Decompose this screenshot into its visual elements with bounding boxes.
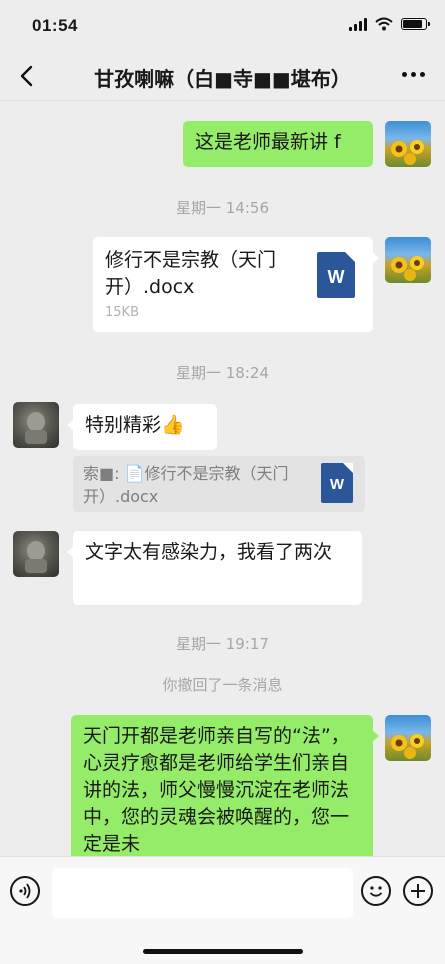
emoji-button[interactable] [361, 876, 391, 906]
plus-icon [411, 884, 425, 898]
message-bubble-sent[interactable]: 天门开都是老师亲自写的“法”，心灵疗愈都是老师给学生们亲自讲的法，师父慢慢沉淀在… [71, 715, 379, 856]
message-bubble-sent[interactable]: 这是老师最新讲 f [183, 121, 373, 167]
message-text: 文字太有感染力，我看了两次 [85, 541, 333, 563]
file-message[interactable]: 修行不是宗教（天门开）.docx 15KB W [93, 237, 379, 332]
voice-icon [19, 883, 31, 899]
message-bubble-received[interactable]: 文字太有感染力，我看了两次 [67, 531, 362, 605]
back-icon[interactable] [14, 62, 42, 90]
word-document-icon: W [321, 463, 353, 503]
home-indicator[interactable] [143, 949, 303, 954]
more-icon[interactable] [402, 72, 425, 77]
message-bubble-received[interactable]: 特别精彩👍 [67, 404, 217, 450]
my-avatar[interactable] [385, 121, 431, 167]
status-icons [349, 17, 430, 31]
voice-input-button[interactable] [10, 876, 40, 906]
timestamp: 星期一 14:56 [176, 199, 269, 217]
file-name: 修行不是宗教（天门开）.docx [105, 249, 277, 298]
my-avatar[interactable] [385, 237, 431, 283]
battery-icon [401, 18, 430, 30]
more-functions-button[interactable] [403, 876, 433, 906]
word-document-icon: W [317, 252, 355, 298]
timestamp: 星期一 18:24 [176, 364, 269, 382]
status-bar: 01:54 [0, 0, 445, 52]
system-notice: 你撤回了一条消息 [162, 676, 283, 694]
battery-level [403, 20, 422, 28]
file-size: 15KB [105, 305, 139, 320]
input-bar [0, 856, 445, 964]
chat-title: 甘孜喇嘛（白■寺■■堪布） [94, 67, 351, 91]
signal-icon [349, 17, 367, 31]
chat-area[interactable]: 这是老师最新讲 f 星期一 14:56 修行不是宗教（天门开）.docx 15K… [0, 101, 445, 856]
message-text: 天门开都是老师亲自写的“法”，心灵疗愈都是老师给学生们亲自讲的法，师父慢慢沉淀在… [83, 725, 350, 855]
emoji-icon [369, 886, 383, 897]
quote-text: 索■: 📄修行不是宗教（天门开）.docx [83, 464, 289, 506]
timestamp: 星期一 19:17 [176, 635, 269, 653]
message-text: 特别精彩👍 [85, 414, 185, 436]
nav-bar: 甘孜喇嘛（白■寺■■堪布） [0, 52, 445, 101]
quoted-message[interactable]: 索■: 📄修行不是宗教（天门开）.docx W [73, 456, 365, 512]
message-input[interactable] [52, 868, 353, 918]
message-text: 这是老师最新讲 f [195, 131, 341, 153]
my-avatar[interactable] [385, 715, 431, 761]
wifi-icon [375, 17, 393, 31]
contact-avatar[interactable] [13, 531, 59, 577]
contact-avatar[interactable] [13, 402, 59, 448]
status-time: 01:54 [32, 16, 78, 35]
